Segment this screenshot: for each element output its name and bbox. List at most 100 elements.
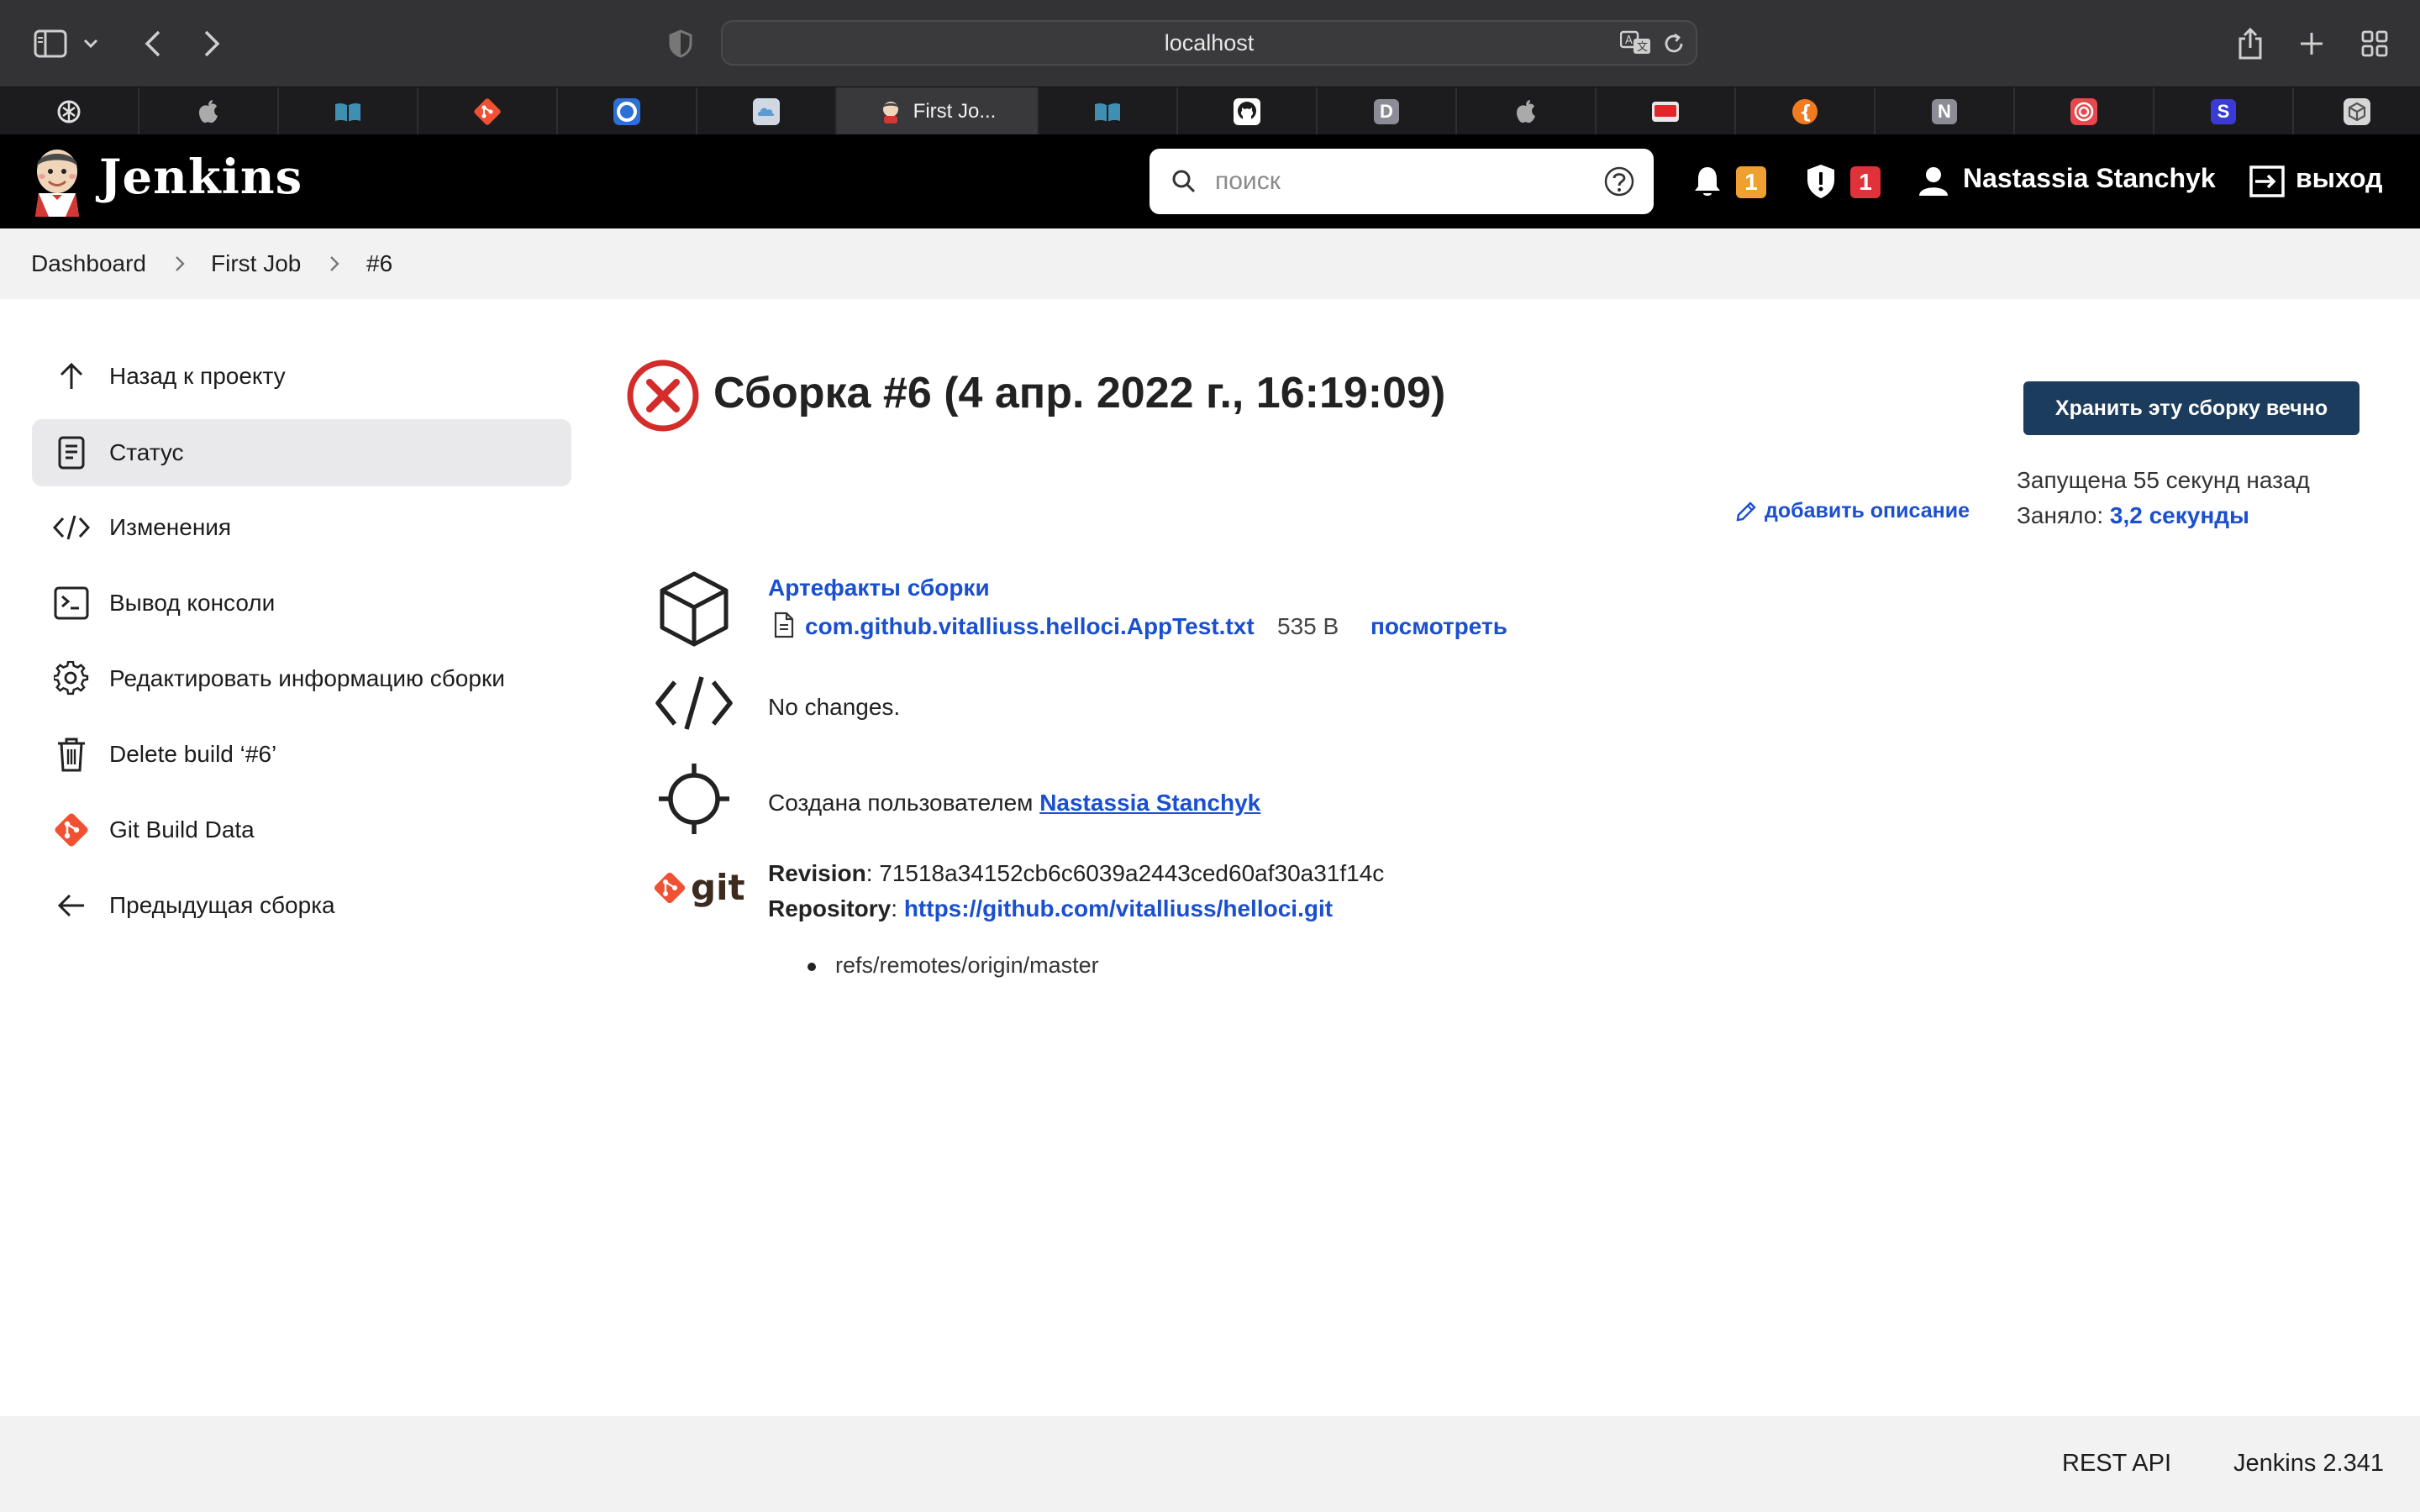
created-by-user-link[interactable]: Nastassia Stanchyk bbox=[1039, 790, 1260, 816]
bullet-icon bbox=[808, 963, 816, 971]
artifact-view-link[interactable]: посмотреть bbox=[1370, 613, 1507, 640]
back-icon[interactable] bbox=[128, 18, 178, 69]
branch-item: refs/remotes/origin/master bbox=[835, 953, 1099, 978]
git-icon bbox=[473, 97, 502, 126]
sidebar-toggle-icon[interactable] bbox=[25, 18, 76, 69]
browser-tab[interactable] bbox=[1039, 87, 1178, 135]
build-started-text: Запущена 55 секунд назад bbox=[2017, 467, 2310, 493]
help-icon[interactable] bbox=[1603, 165, 1635, 197]
repository-url-link[interactable]: https://github.com/vitalliuss/helloci.gi… bbox=[904, 895, 1333, 921]
spiral-icon bbox=[2070, 97, 2098, 126]
sidebar-item-back-to-project[interactable]: Назад к проекту bbox=[32, 343, 571, 410]
browser-tab[interactable]: D bbox=[1318, 87, 1457, 135]
browser-tab[interactable] bbox=[418, 87, 558, 135]
browser-tab[interactable]: N bbox=[1876, 87, 2015, 135]
artifacts-heading-link[interactable]: Артефакты сборки bbox=[768, 575, 990, 601]
footer: REST API Jenkins 2.341 bbox=[0, 1416, 2420, 1512]
browser-tab[interactable] bbox=[279, 87, 418, 135]
browser-tab[interactable] bbox=[2015, 87, 2154, 135]
breadcrumb-dashboard[interactable]: Dashboard bbox=[31, 250, 146, 277]
browser-tab[interactable]: { bbox=[1736, 87, 1876, 135]
red-badge-icon bbox=[1651, 99, 1680, 124]
book-icon bbox=[334, 101, 362, 123]
notifications-badge[interactable]: 1 bbox=[1736, 166, 1766, 198]
share-icon[interactable] bbox=[2225, 18, 2275, 69]
github-icon bbox=[1233, 97, 1261, 126]
logout-icon[interactable] bbox=[2249, 165, 2286, 198]
package-icon bbox=[651, 566, 737, 652]
duration-link[interactable]: 3,2 секунды bbox=[2110, 502, 2249, 528]
git-repository: Repository: https://github.com/vitallius… bbox=[768, 895, 1333, 922]
browser-tab[interactable] bbox=[0, 87, 139, 135]
git-logo: git bbox=[652, 870, 745, 906]
url-bar[interactable]: localhost A文 bbox=[721, 20, 1697, 66]
privacy-shield-icon[interactable] bbox=[655, 18, 706, 69]
code-icon bbox=[651, 660, 737, 746]
jenkins-version-link[interactable]: Jenkins 2.341 bbox=[2233, 1450, 2384, 1478]
orange-brace-icon: { bbox=[1791, 97, 1819, 126]
duration-label: Заняло: bbox=[2017, 502, 2104, 528]
browser-tab[interactable] bbox=[1178, 87, 1318, 135]
git-icon bbox=[652, 870, 687, 906]
browser-tab[interactable] bbox=[139, 87, 279, 135]
sidebar-item-delete-build[interactable]: Delete build ‘#6’ bbox=[32, 721, 571, 788]
jenkins-header: Jenkins 1 1 Nastassia Stanchyk выход bbox=[0, 134, 2420, 228]
browser-tab[interactable]: S bbox=[2154, 87, 2294, 135]
sidebar-item-status[interactable]: Статус bbox=[32, 419, 571, 486]
repository-label: Repository bbox=[768, 895, 892, 921]
browser-tab[interactable] bbox=[1457, 87, 1597, 135]
apple-icon bbox=[197, 99, 219, 124]
sidebar-item-console-output[interactable]: Вывод консоли bbox=[32, 570, 571, 637]
git-logo-text: git bbox=[691, 867, 745, 908]
logout-link[interactable]: выход bbox=[2296, 163, 2382, 194]
tab-label: First Jo... bbox=[913, 99, 997, 123]
add-description-link[interactable]: добавить описание bbox=[1734, 499, 1970, 523]
jenkins-logo-text[interactable]: Jenkins bbox=[99, 150, 302, 205]
box-icon bbox=[2343, 97, 2371, 126]
browser-tab[interactable] bbox=[1597, 87, 1736, 135]
document-icon bbox=[52, 433, 91, 472]
user-icon[interactable] bbox=[1918, 166, 1949, 197]
sidebar-item-edit-build-info[interactable]: Редактировать информацию сборки bbox=[32, 645, 571, 712]
user-name-link[interactable]: Nastassia Stanchyk bbox=[1963, 163, 2216, 194]
terminal-icon bbox=[52, 584, 91, 622]
breadcrumb-first-job[interactable]: First Job bbox=[211, 250, 301, 277]
trash-icon bbox=[52, 735, 91, 774]
browser-tab-active[interactable]: First Jo... bbox=[837, 87, 1039, 135]
book-icon bbox=[1093, 101, 1122, 123]
crosshair-icon bbox=[651, 756, 737, 842]
sidebar-item-git-build-data[interactable]: Git Build Data bbox=[32, 796, 571, 864]
browser-tab[interactable] bbox=[2294, 87, 2420, 135]
bell-icon[interactable] bbox=[1692, 165, 1723, 198]
search-input[interactable] bbox=[1213, 166, 1586, 197]
keep-forever-button[interactable]: Хранить эту сборку вечно bbox=[2023, 381, 2360, 435]
chevron-right-icon bbox=[170, 254, 190, 274]
sidebar-item-previous-build[interactable]: Предыдущая сборка bbox=[32, 872, 571, 939]
openai-icon bbox=[55, 97, 83, 126]
tab-overview-icon[interactable] bbox=[2349, 18, 2400, 69]
artifact-file-link[interactable]: com.github.vitalliuss.helloci.AppTest.tx… bbox=[805, 613, 1255, 640]
sidebar-item-label: Git Build Data bbox=[109, 816, 255, 843]
sidebar-item-changes[interactable]: Изменения bbox=[32, 494, 571, 561]
created-by-label: Создана пользователем bbox=[768, 790, 1034, 816]
forward-icon[interactable] bbox=[187, 18, 237, 69]
jenkins-logo-icon[interactable] bbox=[30, 146, 84, 217]
sidebar-item-label: Вывод консоли bbox=[109, 590, 276, 616]
created-by: Создана пользователем Nastassia Stanchyk bbox=[768, 790, 1260, 816]
browser-tab[interactable] bbox=[697, 87, 837, 135]
breadcrumb-build[interactable]: #6 bbox=[366, 250, 392, 277]
git-revision: Revision: 71518a34152cb6c6039a2443ced60a… bbox=[768, 860, 1384, 887]
reload-icon[interactable] bbox=[1662, 32, 1686, 55]
search-box[interactable] bbox=[1150, 149, 1654, 214]
translate-icon[interactable]: A文 bbox=[1620, 29, 1652, 56]
chevron-down-icon[interactable] bbox=[74, 18, 108, 69]
browser-tab[interactable] bbox=[558, 87, 697, 135]
security-badge[interactable]: 1 bbox=[1850, 166, 1881, 198]
sidebar-item-label: Редактировать информацию сборки bbox=[109, 665, 505, 691]
arrow-left-icon bbox=[52, 886, 91, 925]
security-shield-icon[interactable] bbox=[1805, 163, 1837, 200]
chevron-right-icon bbox=[324, 254, 345, 274]
git-icon bbox=[52, 811, 91, 849]
new-tab-icon[interactable] bbox=[2286, 18, 2337, 69]
rest-api-link[interactable]: REST API bbox=[2062, 1450, 2171, 1478]
